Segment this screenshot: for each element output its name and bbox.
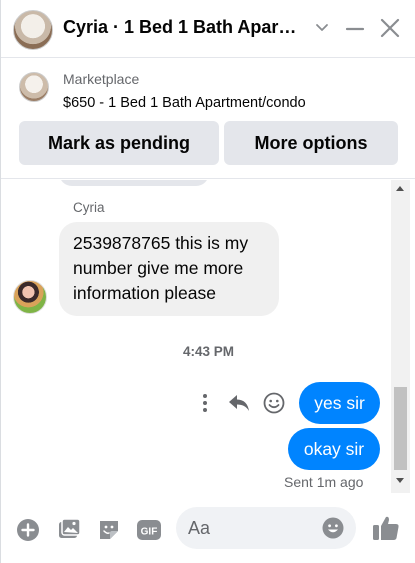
svg-text:GIF: GIF — [141, 527, 158, 538]
scroll-up-arrow-icon[interactable] — [396, 186, 404, 191]
incoming-message-bubble[interactable]: 2539878765 this is my number give me mor… — [59, 222, 279, 316]
scroll-down-arrow-icon[interactable] — [396, 478, 404, 483]
listing-avatar[interactable] — [13, 10, 53, 50]
sticker-icon[interactable] — [96, 517, 122, 543]
listing-title[interactable]: $650 - 1 Bed 1 Bath Apartment/condo — [63, 95, 306, 111]
more-vertical-icon[interactable] — [196, 391, 220, 415]
message-actions — [196, 391, 291, 417]
chat-header[interactable]: Cyria · 1 Bed 1 Bath Apart… — [1, 0, 415, 58]
sender-name: Cyria — [73, 200, 105, 215]
react-emoji-icon[interactable] — [262, 391, 286, 415]
chevron-down-icon[interactable] — [313, 18, 331, 36]
sender-avatar[interactable] — [13, 280, 47, 314]
previous-message-bubble — [59, 180, 209, 186]
messenger-chat-window: Cyria · 1 Bed 1 Bath Apart… Marketplace … — [0, 0, 415, 563]
gif-icon[interactable]: GIF — [136, 517, 162, 543]
message-input-container[interactable] — [176, 507, 356, 549]
mark-as-pending-button[interactable]: Mark as pending — [19, 121, 219, 165]
message-input[interactable] — [188, 507, 318, 549]
marketplace-label: Marketplace — [63, 71, 140, 87]
chat-title[interactable]: Cyria · 1 Bed 1 Bath Apart… — [63, 17, 298, 38]
message-list[interactable]: Cyria 2539878765 this is my number give … — [1, 180, 415, 495]
marketplace-listing-card: Marketplace $650 - 1 Bed 1 Bath Apartmen… — [1, 59, 415, 179]
message-status: Sent 1m ago — [284, 474, 364, 490]
scrollbar-thumb[interactable] — [394, 387, 407, 470]
photo-icon[interactable] — [56, 517, 82, 543]
outgoing-message-bubble[interactable]: okay sir — [288, 428, 380, 470]
previous-sender-avatar — [13, 180, 45, 182]
emoji-icon[interactable] — [321, 516, 345, 540]
reply-icon[interactable] — [227, 391, 251, 415]
message-composer: GIF — [1, 495, 415, 563]
like-icon[interactable] — [371, 513, 401, 543]
minimize-icon[interactable] — [345, 18, 365, 38]
listing-thumbnail[interactable] — [19, 72, 49, 102]
message-timestamp: 4:43 PM — [182, 344, 235, 359]
add-icon[interactable] — [15, 517, 41, 543]
outgoing-message-bubble[interactable]: yes sir — [299, 382, 380, 424]
close-icon[interactable] — [379, 17, 401, 39]
message-scrollbar[interactable] — [391, 180, 410, 493]
more-options-button[interactable]: More options — [224, 121, 398, 165]
